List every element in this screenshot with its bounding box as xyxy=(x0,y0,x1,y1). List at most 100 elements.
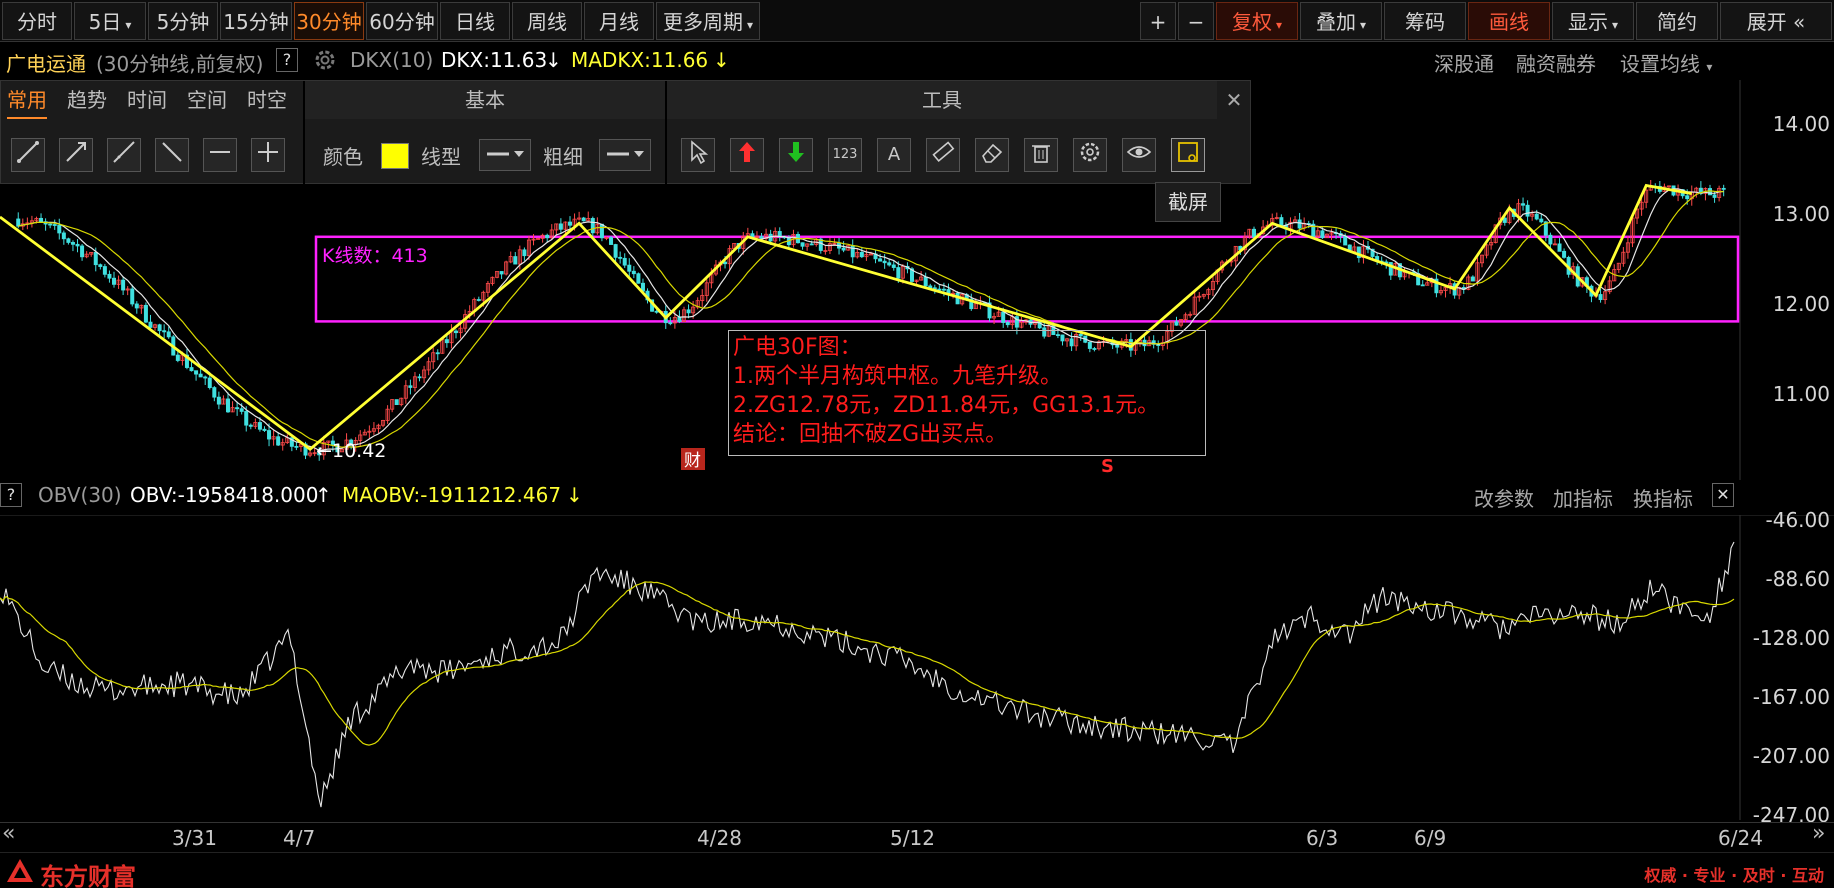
candle-body xyxy=(1712,194,1717,198)
candle-body xyxy=(444,339,449,344)
period-tab-9[interactable]: 更多周期 ▾ xyxy=(656,2,760,40)
obv-indicator-name[interactable]: OBV(30) xyxy=(38,483,122,507)
tools-section-header: 工具 xyxy=(667,81,1217,119)
period-tab-label: 月线 xyxy=(599,10,639,34)
candle-body xyxy=(1685,195,1690,200)
trash-icon[interactable] xyxy=(1024,138,1058,172)
eye-icon[interactable] xyxy=(1122,138,1156,172)
sell-arrow-down-icon[interactable] xyxy=(779,138,813,172)
candle-body xyxy=(70,242,75,245)
candle-body xyxy=(212,387,217,398)
crosshair-icon[interactable] xyxy=(251,138,285,172)
candle-body xyxy=(248,424,253,427)
scroll-left-icon[interactable]: « xyxy=(2,821,15,846)
settings-gear-icon[interactable] xyxy=(1073,138,1107,172)
expand-button[interactable]: 展开 « xyxy=(1720,2,1832,40)
candle-body xyxy=(417,376,422,379)
draw-tab-0[interactable]: 常用 xyxy=(7,81,47,119)
ruler-icon[interactable] xyxy=(926,138,960,172)
change-params-link[interactable]: 改参数 xyxy=(1474,483,1534,512)
zoom-out-button[interactable]: − xyxy=(1178,2,1214,40)
straight-line-icon[interactable] xyxy=(107,138,141,172)
color-swatch[interactable] xyxy=(381,143,409,169)
switch-indicator-link[interactable]: 换指标 xyxy=(1633,483,1693,512)
eraser-icon[interactable] xyxy=(975,138,1009,172)
candle-body xyxy=(1174,321,1179,326)
candle-body xyxy=(1005,322,1010,326)
candle-body xyxy=(887,262,892,266)
ma-settings-dropdown[interactable]: 设置均线 ▾ xyxy=(1620,48,1712,77)
candle-body xyxy=(216,396,221,405)
candle-body xyxy=(590,218,595,234)
obv-help-button[interactable]: ? xyxy=(0,483,22,507)
xianshi-dropdown[interactable]: 显示 ▾ xyxy=(1552,2,1634,40)
madkx-value: MADKX:11.66 xyxy=(571,48,709,72)
draw-tab-3[interactable]: 空间 xyxy=(187,81,227,119)
link-margin-trading[interactable]: 融资融券 xyxy=(1516,48,1596,77)
buy-arrow-up-icon[interactable] xyxy=(730,138,764,172)
s-signal-badge: S xyxy=(1101,456,1114,477)
line-segment-icon[interactable] xyxy=(11,138,45,172)
period-tab-label: 分时 xyxy=(17,10,57,34)
candle-body xyxy=(1420,284,1425,287)
ray-line-icon[interactable] xyxy=(59,138,93,172)
candle-body xyxy=(599,223,604,239)
candle-body xyxy=(882,260,887,264)
period-tab-0[interactable]: 分时 xyxy=(2,2,72,40)
draw-tab-4[interactable]: 时空 xyxy=(247,81,287,119)
close-icon[interactable]: ✕ xyxy=(1217,81,1251,119)
candle-body xyxy=(1521,203,1526,206)
fuquan-dropdown[interactable]: 复权 ▾ xyxy=(1216,2,1298,40)
period-tab-2[interactable]: 5分钟 xyxy=(148,2,218,40)
candle-body xyxy=(800,242,805,247)
indicator-name[interactable]: DKX(10) xyxy=(350,48,433,72)
text-tool-icon[interactable]: A xyxy=(877,138,911,172)
date-label: 4/28 xyxy=(697,826,742,850)
huaxian-button[interactable]: 画线 xyxy=(1468,2,1550,40)
scroll-right-icon[interactable]: » xyxy=(1812,821,1825,846)
period-tab-7[interactable]: 周线 xyxy=(512,2,582,40)
close-icon[interactable]: ✕ xyxy=(1712,483,1734,507)
axis-tick-label: -167.00 xyxy=(1752,685,1830,709)
draw-tab-2[interactable]: 时间 xyxy=(127,81,167,119)
candle-body xyxy=(257,422,262,430)
zoom-in-button[interactable]: + xyxy=(1140,2,1176,40)
period-tab-6[interactable]: 日线 xyxy=(440,2,510,40)
candle-body xyxy=(134,303,139,309)
diejia-dropdown[interactable]: 叠加 ▾ xyxy=(1300,2,1382,40)
date-label: 6/9 xyxy=(1414,826,1447,850)
horizontal-line-icon[interactable] xyxy=(203,138,237,172)
period-tab-5[interactable]: 60分钟 xyxy=(366,2,438,40)
candle-body xyxy=(61,232,66,240)
candle-body xyxy=(57,224,62,234)
period-tab-1[interactable]: 5日 ▾ xyxy=(74,2,146,40)
number-label-icon[interactable]: 123 xyxy=(828,138,862,172)
draw-tab-1[interactable]: 趋势 xyxy=(67,81,107,119)
annotation-textbox[interactable]: 广电30F图： 1.两个半月构筑中枢。九笔升级。 2.ZG12.78元，ZD11… xyxy=(728,330,1206,456)
gear-icon[interactable] xyxy=(312,47,338,78)
cursor-pointer-icon[interactable] xyxy=(681,138,715,172)
chouma-button[interactable]: 筹码 xyxy=(1384,2,1466,40)
candle-body xyxy=(841,247,846,251)
candle-body xyxy=(107,273,112,279)
obv-chart[interactable] xyxy=(0,515,1834,820)
add-indicator-link[interactable]: 加指标 xyxy=(1553,483,1613,512)
candle-body xyxy=(203,376,208,379)
candle-body xyxy=(513,256,518,265)
double-chevron-left-icon: « xyxy=(1793,10,1806,34)
thickness-dropdown[interactable] xyxy=(599,139,651,171)
line-type-dropdown[interactable] xyxy=(479,139,531,171)
help-button[interactable]: ? xyxy=(276,48,298,72)
period-tab-4[interactable]: 30分钟 xyxy=(294,2,364,40)
link-shengutong[interactable]: 深股通 xyxy=(1434,48,1494,77)
period-tab-3[interactable]: 15分钟 xyxy=(220,2,292,40)
candle-body xyxy=(1297,219,1302,229)
candle-body xyxy=(408,385,413,388)
candle-body xyxy=(878,258,883,262)
downtrend-line-icon[interactable] xyxy=(155,138,189,172)
annotation-title: 广电30F图： xyxy=(733,335,862,360)
jianyue-button[interactable]: 简约 xyxy=(1636,2,1718,40)
period-tab-8[interactable]: 月线 xyxy=(584,2,654,40)
screenshot-icon[interactable] xyxy=(1171,138,1205,172)
candle-body xyxy=(1548,234,1553,245)
